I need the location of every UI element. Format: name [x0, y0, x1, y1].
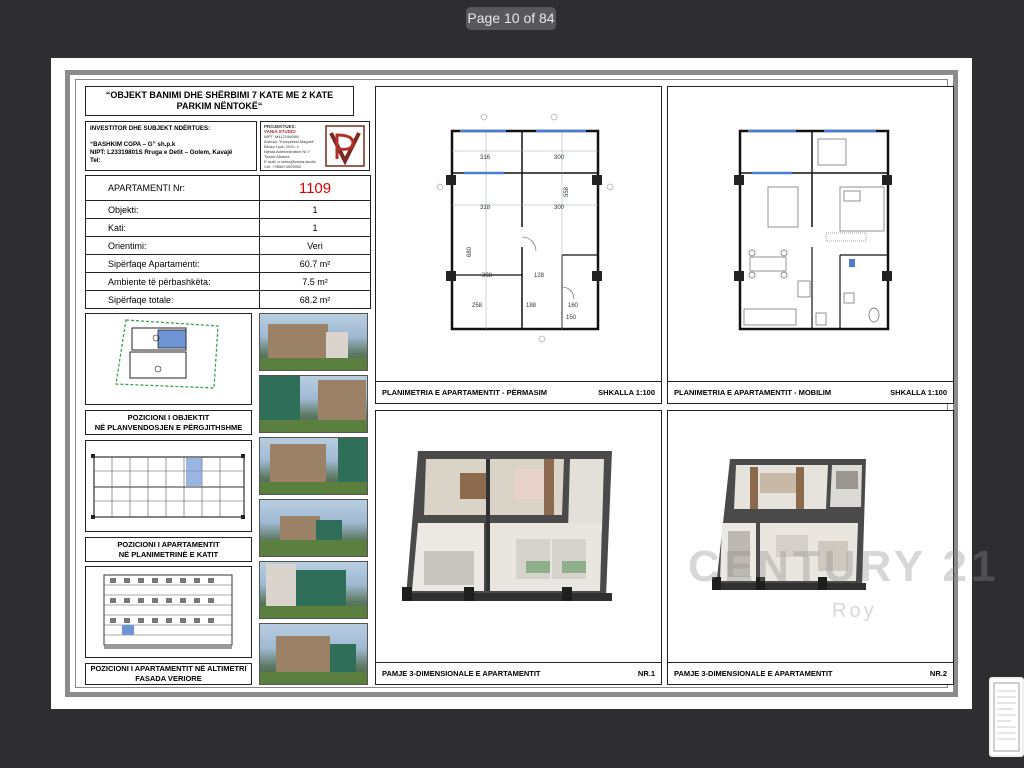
- caption-position-facade: POZICIONI I APARTAMENTIT NË ALTIMETRI FA…: [85, 663, 252, 685]
- panel-label: PLANIMETRIA E APARTAMENTIT - MOBILIM SHKA…: [668, 381, 953, 403]
- dim-label: 318: [480, 205, 491, 211]
- apartment-number: 1109: [259, 175, 371, 201]
- info-label: Kati:: [85, 218, 260, 237]
- sheet-inner-frame: “OBJEKT BANIMI DHE SHËRBIMI 7 KATE ME 2 …: [75, 79, 954, 688]
- panel-label: PLANIMETRIA E APARTAMENTIT - PËRMASIM SHK…: [376, 381, 661, 403]
- dim-label: 558: [564, 186, 570, 197]
- building-render-photo: [259, 623, 368, 685]
- project-title-text: “OBJEKT BANIMI DHE SHËRBIMI 7 KATE ME 2 …: [105, 90, 334, 111]
- info-label: Objekti:: [85, 200, 260, 219]
- caption-line: POZICIONI I APARTAMENTIT: [117, 539, 220, 549]
- info-value: Veri: [259, 236, 371, 255]
- investor-name: “BASHKIM COPA – G” sh.p.k: [90, 141, 176, 148]
- designer-line: Cel: +355674009092: [264, 164, 302, 169]
- info-value: 1: [259, 218, 371, 237]
- render-3d-panel-1: PAMJE 3-DIMENSIONALE E APARTAMENTIT NR.1: [375, 410, 662, 685]
- panel-title: PAMJE 3-DIMENSIONALE E APARTAMENTIT: [674, 669, 833, 678]
- caption-line: NË PLANIMETRINË E KATIT: [118, 549, 219, 559]
- info-row: Sipërfaqe totale: 68.2 m²: [85, 290, 371, 309]
- info-value: 1: [259, 200, 371, 219]
- dim-label: 316: [480, 155, 491, 161]
- caption-line: POZICIONI I OBJEKTIT: [127, 412, 210, 422]
- investor-nipt: NIPT: L23319801S Rruga e Detit – Golem, …: [90, 149, 233, 156]
- panel-label: PAMJE 3-DIMENSIONALE E APARTAMENTIT NR.2: [668, 662, 953, 684]
- site-plan-drawing: [115, 319, 219, 389]
- panel-scale: SHKALLA 1:100: [598, 388, 655, 397]
- plan-furnished-panel: PLANIMETRIA E APARTAMENTIT - MOBILIM SHKA…: [667, 86, 954, 404]
- facade-box: [85, 566, 252, 658]
- investor-heading: INVESTITOR DHE SUBJEKT NDËRTUES:: [90, 125, 211, 132]
- investor-box: INVESTITOR DHE SUBJEKT NDËRTUES: “BASHKI…: [85, 121, 257, 171]
- info-label: Ambiente të përbashkëta:: [85, 272, 260, 291]
- panel-number: NR.1: [637, 669, 655, 678]
- dim-label: 308: [482, 273, 493, 279]
- info-row: Ambiente të përbashkëta: 7.5 m²: [85, 272, 371, 291]
- floor-plan-overview-drawing: [91, 454, 245, 519]
- furnished-floor-plan: [734, 129, 892, 331]
- sheet-frame: “OBJEKT BANIMI DHE SHËRBIMI 7 KATE ME 2 …: [65, 70, 958, 697]
- watermark-office: Roy: [832, 600, 877, 622]
- info-row: Objekti: 1: [85, 200, 371, 219]
- building-render-photo: [259, 561, 368, 619]
- caption-line: NË PLANVENDOSJEN E PËRGJITHSHME: [94, 422, 243, 432]
- info-row: Kati: 1: [85, 218, 371, 237]
- info-value: 68.2 m²: [259, 290, 371, 309]
- investor-tel: Tel:: [90, 157, 101, 164]
- building-render-photo: [259, 499, 368, 557]
- designer-box: PROJEKTUES: VANIA STUDIO NIPT: M41219809…: [260, 121, 370, 171]
- info-label: Orientimi:: [85, 236, 260, 255]
- info-label: Sipërfaqe Apartamenti:: [85, 254, 260, 273]
- info-label: APARTAMENTI Nr:: [85, 175, 260, 201]
- dimensioned-floor-plan: 316 300 318 300 558 680 308 128 258 188 …: [436, 113, 614, 343]
- info-label: Sipërfaqe totale:: [85, 290, 260, 309]
- panel-title: PLANIMETRIA E APARTAMENTIT - MOBILIM: [674, 388, 832, 397]
- apartment-info-table: APARTAMENTI Nr: 1109 Objekti: 1 Kati: 1 Ori…: [85, 175, 371, 309]
- page-indicator: Page 10 of 84: [466, 7, 556, 30]
- dim-label: 300: [554, 205, 565, 211]
- project-title: “OBJEKT BANIMI DHE SHËRBIMI 7 KATE ME 2 …: [85, 86, 354, 116]
- caption-line: POZICIONI I APARTAMENTIT NË ALTIMETRI: [90, 664, 247, 673]
- info-row: Sipërfaqe Apartamenti: 60.7 m²: [85, 254, 371, 273]
- info-value: 60.7 m²: [259, 254, 371, 273]
- building-render-photo: [259, 375, 368, 433]
- dim-label: 300: [554, 155, 565, 161]
- panel-title: PLANIMETRIA E APARTAMENTIT - PËRMASIM: [382, 388, 547, 397]
- apartment-3d-render-2: [712, 459, 866, 590]
- info-row: APARTAMENTI Nr: 1109: [85, 175, 371, 201]
- building-render-photo: [259, 313, 368, 371]
- page-thumbnail[interactable]: [989, 677, 1024, 757]
- panel-label: PAMJE 3-DIMENSIONALE E APARTAMENTIT NR.1: [376, 662, 661, 684]
- thumbnail-preview: [993, 682, 1020, 752]
- floor-plan-overview-box: [85, 440, 252, 532]
- panel-scale: SHKALLA 1:100: [890, 388, 947, 397]
- site-plan-box: [85, 313, 252, 405]
- facade-drawing: [103, 574, 233, 649]
- designer-logo: [325, 125, 365, 167]
- dim-label: 160: [568, 303, 579, 309]
- panel-title: PAMJE 3-DIMENSIONALE E APARTAMENTIT: [382, 669, 541, 678]
- caption-position-object: POZICIONI I OBJEKTIT NË PLANVENDOSJEN E …: [85, 410, 252, 435]
- apartment-3d-render-1: [402, 451, 612, 601]
- watermark-brand: CENTURY 21: [688, 542, 1000, 591]
- caption-line: FASADA VERIORE: [135, 674, 202, 683]
- dim-label: 188: [526, 303, 537, 309]
- dim-label: 128: [534, 273, 545, 279]
- dim-label: 680: [467, 246, 473, 257]
- info-row: Orientimi: Veri: [85, 236, 371, 255]
- plan-dimension-panel: 316 300 318 300 558 680 308 128 258 188 …: [375, 86, 662, 404]
- info-value: 7.5 m²: [259, 272, 371, 291]
- dim-label: 258: [472, 303, 483, 309]
- panel-number: NR.2: [929, 669, 947, 678]
- building-render-photo: [259, 437, 368, 495]
- dim-label: 150: [566, 315, 577, 321]
- caption-position-floor: POZICIONI I APARTAMENTIT NË PLANIMETRINË…: [85, 537, 252, 562]
